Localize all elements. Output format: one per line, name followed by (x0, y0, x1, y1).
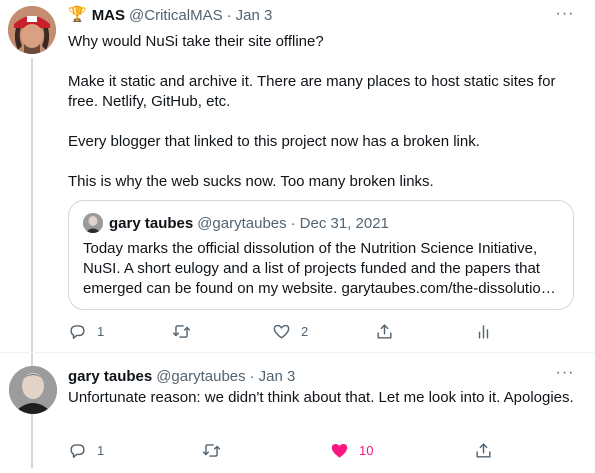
tweet-header: 🏆 MAS @CriticalMAS · Jan 3 (68, 6, 272, 24)
like-icon (331, 443, 348, 457)
share-button[interactable] (375, 320, 394, 342)
tweet-paragraph: Every blogger that linked to this projec… (68, 133, 480, 150)
reply-count: 1 (97, 323, 105, 339)
share-button[interactable] (474, 439, 493, 461)
quoted-author-handle: @garytaubes (197, 214, 287, 232)
author-handle[interactable]: @CriticalMAS (129, 7, 223, 24)
tweet-paragraph: Make it static and archive it. There are… (68, 73, 556, 110)
quoted-avatar (83, 213, 103, 233)
reply-button[interactable]: 1 (68, 439, 104, 461)
tweet-date[interactable]: Jan 3 (259, 368, 296, 385)
tweet-paragraph: This is why the web sucks now. Too many … (68, 173, 434, 190)
separator-dot: · (249, 368, 255, 385)
separator-dot: · (226, 6, 232, 24)
tweet-critical-mas[interactable]: 🏆 MAS @CriticalMAS · Jan 3 ··· Why would… (0, 0, 595, 468)
retweet-button[interactable] (172, 320, 201, 342)
more-options-icon[interactable]: ··· (555, 365, 575, 385)
retweet-icon (172, 324, 191, 338)
quoted-tweet[interactable]: gary taubes @garytaubes · Dec 31, 2021 T… (68, 200, 574, 310)
tweet-paragraph: Why would NuSi take their site offline? (68, 33, 324, 50)
like-icon (273, 324, 290, 339)
quoted-tweet-text: Today marks the official dissolution of … (83, 240, 556, 297)
quoted-tweet-header: gary taubes @garytaubes · Dec 31, 2021 (83, 213, 389, 233)
avatar[interactable] (8, 6, 56, 54)
share-icon (476, 442, 491, 458)
retweet-icon (202, 443, 221, 457)
author-name[interactable]: MAS (92, 7, 125, 24)
tweet-header: gary taubes @garytaubes · Jan 3 (68, 368, 295, 385)
author-handle[interactable]: @garytaubes (156, 368, 245, 385)
analytics-icon (478, 324, 489, 339)
analytics-button[interactable] (474, 320, 493, 342)
tweet-paragraph: Unfortunate reason: we didn't think abou… (68, 389, 574, 406)
reply-count: 1 (97, 442, 105, 458)
like-count: 10 (359, 442, 374, 458)
tweet-date[interactable]: Jan 3 (236, 7, 273, 24)
quoted-tweet-date: Dec 31, 2021 (299, 214, 389, 232)
reply-icon (70, 324, 85, 339)
reply-icon (70, 443, 85, 458)
tweet-actions: 1 2 (68, 320, 493, 344)
tweet-text: Why would NuSi take their site offline? … (68, 32, 583, 192)
tweet-gary-taubes[interactable]: gary taubes @garytaubes · Jan 3 ··· Unfo… (0, 352, 595, 473)
author-name[interactable]: gary taubes (68, 368, 152, 385)
tweet-actions: 1 10 (68, 439, 493, 463)
separator-dot: · (290, 214, 296, 232)
more-options-icon[interactable]: ··· (555, 6, 575, 26)
quoted-author-name: gary taubes (109, 214, 194, 232)
tweet-text: Unfortunate reason: we didn't think abou… (68, 388, 583, 408)
like-button[interactable]: 10 (330, 439, 373, 461)
trophy-icon: 🏆 (68, 6, 87, 23)
reply-button[interactable]: 1 (68, 320, 104, 342)
share-icon (377, 323, 392, 339)
avatar[interactable] (9, 366, 57, 414)
like-count: 2 (301, 323, 309, 339)
retweet-button[interactable] (202, 439, 231, 461)
like-button[interactable]: 2 (272, 320, 308, 342)
